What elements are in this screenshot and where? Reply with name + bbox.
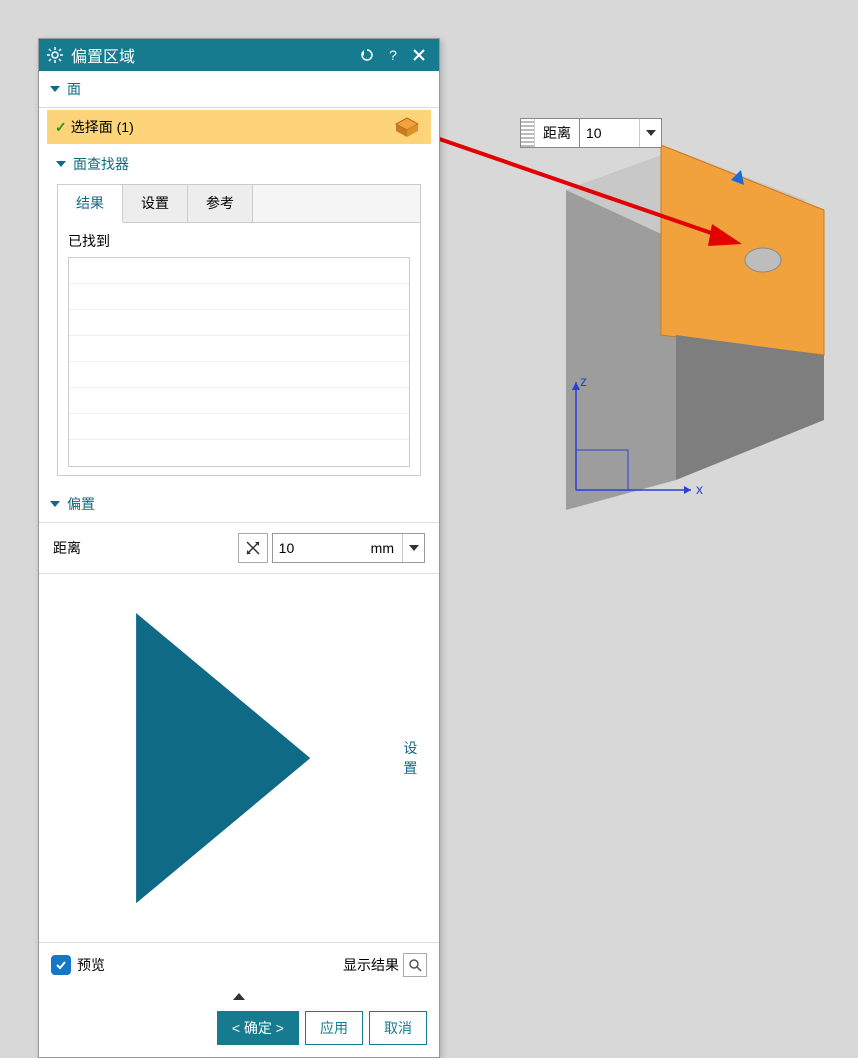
distance-dropdown[interactable] — [402, 534, 424, 562]
section-face-title: 面 — [67, 79, 81, 99]
chevron-down-icon — [49, 83, 61, 95]
chevron-up-icon — [233, 992, 245, 1000]
found-list[interactable] — [68, 257, 410, 467]
chevron-down-icon — [49, 498, 61, 510]
preview-label: 预览 — [77, 955, 105, 975]
gear-icon — [47, 47, 63, 63]
reset-button[interactable] — [355, 43, 379, 67]
preview-checkbox[interactable] — [51, 955, 71, 975]
distance-input-group: mm — [272, 533, 425, 563]
drag-grip-icon[interactable] — [521, 119, 535, 147]
chevron-down-icon — [646, 128, 656, 138]
check-icon: ✓ — [55, 119, 67, 136]
chevron-down-icon — [409, 543, 419, 553]
section-offset-title: 偏置 — [67, 494, 95, 514]
reset-icon — [360, 48, 374, 62]
section-face-header[interactable]: 面 — [39, 71, 439, 108]
face-selection-icon[interactable] — [391, 112, 423, 142]
show-result-label: 显示结果 — [343, 955, 399, 975]
list-item[interactable] — [69, 284, 409, 310]
section-settings-header[interactable]: 设置 — [39, 574, 439, 943]
section-offset-header[interactable]: 偏置 — [39, 486, 439, 523]
chevron-down-icon — [55, 158, 67, 170]
svg-text:x: x — [696, 481, 703, 497]
distance-unit: mm — [363, 540, 402, 556]
select-face-row[interactable]: ✓ 选择面 (1) — [47, 110, 431, 144]
collapse-toggle[interactable] — [39, 987, 439, 1003]
dialog-button-row: < 确定 > 应用 取消 — [39, 1003, 439, 1057]
floating-distance-dropdown[interactable] — [639, 119, 661, 147]
floating-distance-label: 距离 — [535, 123, 579, 143]
distance-input[interactable] — [273, 534, 363, 562]
list-item[interactable] — [69, 310, 409, 336]
reverse-direction-button[interactable] — [238, 533, 268, 563]
list-item[interactable] — [69, 362, 409, 388]
preview-row: 预览 显示结果 — [39, 943, 439, 987]
floating-distance-input[interactable] — [579, 119, 639, 147]
cancel-button[interactable]: 取消 — [369, 1011, 427, 1045]
face-finder-tabs-wrap: 结果 设置 参考 已找到 — [57, 184, 421, 476]
list-item[interactable] — [69, 388, 409, 414]
tab-results[interactable]: 结果 — [58, 185, 123, 223]
list-item[interactable] — [69, 258, 409, 284]
list-item[interactable] — [69, 336, 409, 362]
list-item[interactable] — [69, 414, 409, 440]
dialog-titlebar[interactable]: 偏置区域 ? — [39, 39, 439, 71]
face-finder-title: 面查找器 — [73, 154, 129, 174]
close-button[interactable] — [407, 43, 431, 67]
found-panel: 已找到 — [58, 223, 420, 475]
viewport-3d: x z — [516, 120, 846, 540]
found-label: 已找到 — [68, 231, 410, 251]
svg-text:z: z — [580, 373, 587, 389]
floating-distance-control[interactable]: 距离 — [520, 118, 662, 148]
section-settings-title: 设置 — [403, 738, 429, 778]
close-icon — [413, 49, 425, 61]
reverse-direction-icon — [244, 539, 262, 557]
magnifier-icon — [408, 958, 422, 972]
check-icon — [55, 959, 67, 971]
help-button[interactable]: ? — [381, 43, 405, 67]
chevron-right-icon — [49, 584, 397, 932]
tab-reference[interactable]: 参考 — [188, 185, 253, 222]
offset-region-dialog: 偏置区域 ? 面 ✓ 选择面 (1) 面查找器 结果 设置 参 — [38, 38, 440, 1058]
face-finder-header[interactable]: 面查找器 — [39, 148, 439, 180]
tab-settings[interactable]: 设置 — [123, 185, 188, 222]
face-icon — [393, 115, 421, 139]
offset-body: 距离 mm — [39, 523, 439, 574]
ok-button[interactable]: < 确定 > — [217, 1011, 299, 1045]
face-finder-tabs: 结果 设置 参考 — [58, 185, 420, 223]
dialog-title: 偏置区域 — [71, 43, 353, 67]
show-result-button[interactable] — [403, 953, 427, 977]
help-icon: ? — [389, 47, 397, 63]
apply-button[interactable]: 应用 — [305, 1011, 363, 1045]
select-face-label: 选择面 (1) — [71, 117, 391, 137]
distance-label: 距离 — [53, 538, 238, 558]
